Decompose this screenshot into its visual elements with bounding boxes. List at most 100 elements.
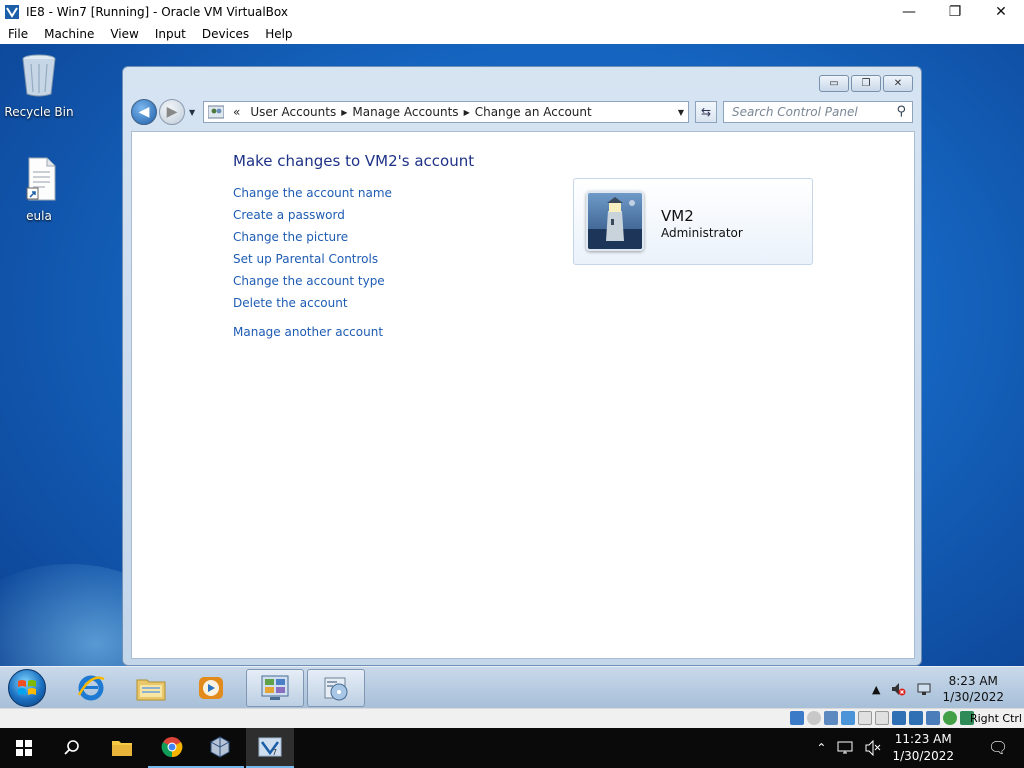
- taskbar-program[interactable]: [307, 669, 365, 707]
- program-icon: [324, 677, 348, 701]
- host-chrome[interactable]: [148, 728, 196, 768]
- network-adapter-icon[interactable]: [841, 711, 855, 725]
- arrow-right-icon: ▶: [166, 104, 178, 120]
- parental-controls-link[interactable]: Set up Parental Controls: [233, 250, 392, 272]
- minimize-button[interactable]: —: [886, 0, 932, 24]
- host-search-button[interactable]: [48, 728, 96, 768]
- menu-view[interactable]: View: [102, 27, 146, 41]
- create-password-link[interactable]: Create a password: [233, 206, 392, 228]
- breadcrumb-manage-accounts[interactable]: Manage Accounts: [347, 105, 463, 119]
- maximize-button[interactable]: ❐: [932, 0, 978, 24]
- network-icon[interactable]: [916, 681, 932, 697]
- account-name: VM2: [661, 207, 694, 225]
- cp-restore-button[interactable]: ❐: [851, 75, 881, 92]
- refresh-button[interactable]: ⇆: [695, 101, 717, 123]
- start-button[interactable]: [8, 669, 46, 707]
- close-button[interactable]: ✕: [978, 0, 1024, 24]
- guest-desktop: Recycle Bin eula ▭ ❐ ✕ ◀ ▶ ▼ « User Acco…: [0, 44, 1024, 708]
- vbox-title-bar: IE8 - Win7 [Running] - Oracle VM Virtual…: [0, 0, 1024, 24]
- virtualbox-icon: [210, 736, 230, 758]
- media-player-icon: [199, 677, 223, 699]
- guest-clock[interactable]: 8:23 AM 1/30/2022: [942, 673, 1004, 705]
- file-explorer-icon: [112, 741, 132, 756]
- host-system-tray: ⌃ 11:23 AM 1/30/2022: [816, 728, 954, 768]
- guest-taskbar: ▲ 8:23 AM 1/30/2022: [0, 666, 1024, 708]
- breadcrumb-change-account[interactable]: Change an Account: [470, 105, 597, 119]
- menu-machine[interactable]: Machine: [36, 27, 102, 41]
- virtualization-icon[interactable]: [926, 711, 940, 725]
- address-bar[interactable]: « User Accounts ▶ Manage Accounts ▶ Chan…: [203, 101, 689, 123]
- search-placeholder: Search Control Panel: [732, 105, 858, 119]
- address-dropdown-icon[interactable]: ▼: [678, 108, 684, 117]
- host-start-button[interactable]: [0, 728, 48, 768]
- host-date: 1/30/2022: [892, 749, 954, 763]
- video-capture-icon[interactable]: [909, 711, 923, 725]
- show-hidden-icons-icon[interactable]: ▲: [872, 683, 880, 696]
- svg-text:7: 7: [272, 748, 277, 757]
- page-title: Make changes to VM2's account: [233, 152, 475, 170]
- window-title: IE8 - Win7 [Running] - Oracle VM Virtual…: [26, 5, 288, 19]
- start-icon: [16, 740, 32, 756]
- notification-center-icon[interactable]: 🗨: [988, 738, 1008, 758]
- menu-devices[interactable]: Devices: [194, 27, 257, 41]
- change-picture-link[interactable]: Change the picture: [233, 228, 392, 250]
- host-file-explorer[interactable]: [98, 728, 146, 768]
- menu-input[interactable]: Input: [147, 27, 194, 41]
- mouse-integration-icon[interactable]: [943, 711, 957, 725]
- host-clock[interactable]: 11:23 AM 1/30/2022: [892, 731, 954, 765]
- guest-time: 8:23 AM: [948, 674, 998, 688]
- host-taskbar: 7 ⌃ 11:23 AM 1/30/2022 🗨: [0, 728, 1024, 768]
- guest-system-tray: ▲ 8:23 AM 1/30/2022: [872, 673, 1004, 705]
- lighthouse-icon: [588, 197, 642, 249]
- desktop-icon-eula[interactable]: eula: [3, 156, 75, 223]
- cp-minimize-button[interactable]: ▭: [819, 75, 849, 92]
- arrow-left-icon: ◀: [138, 104, 150, 120]
- control-panel-window: ▭ ❐ ✕ ◀ ▶ ▼ « User Accounts ▶ Manage Acc…: [122, 66, 922, 666]
- desktop-icon-label: Recycle Bin: [4, 105, 74, 119]
- task-links: Change the account name Create a passwor…: [233, 184, 392, 345]
- back-button[interactable]: ◀: [131, 99, 157, 125]
- recycle-bin-icon: [22, 54, 56, 97]
- vbox-menu-bar: File Machine View Input Devices Help: [0, 24, 1024, 44]
- taskbar-internet-explorer[interactable]: [62, 669, 120, 707]
- search-box[interactable]: Search Control Panel ⚲: [723, 101, 913, 123]
- host-virtualbox[interactable]: [196, 728, 244, 768]
- host-key-label: Right Ctrl: [969, 712, 1022, 725]
- vm-window-icon: 7: [258, 737, 282, 757]
- control-panel-icon: [261, 675, 289, 700]
- recent-pages-dropdown-icon[interactable]: ▼: [189, 108, 195, 117]
- host-time: 11:23 AM: [894, 732, 952, 746]
- manage-another-account-link[interactable]: Manage another account: [233, 323, 392, 345]
- host-network-icon[interactable]: [836, 740, 854, 756]
- vbox-status-bar: Right Ctrl: [0, 708, 1024, 728]
- cp-close-button[interactable]: ✕: [883, 75, 913, 92]
- volume-muted-icon[interactable]: [890, 681, 906, 697]
- desktop-icon-recycle-bin[interactable]: Recycle Bin: [3, 52, 75, 119]
- menu-file[interactable]: File: [0, 27, 36, 41]
- host-vm-window[interactable]: 7: [246, 728, 294, 768]
- breadcrumb-user-accounts[interactable]: User Accounts: [245, 105, 341, 119]
- hard-disk-icon[interactable]: [790, 711, 804, 725]
- optical-drive-icon[interactable]: [807, 711, 821, 725]
- account-picture: [586, 191, 644, 251]
- account-type: Administrator: [661, 226, 743, 240]
- guest-date: 1/30/2022: [942, 690, 1004, 704]
- taskbar-media-player[interactable]: [182, 669, 240, 707]
- change-account-name-link[interactable]: Change the account name: [233, 184, 392, 206]
- display-icon[interactable]: [892, 711, 906, 725]
- windows-explorer-icon: [136, 679, 166, 701]
- taskbar-control-panel[interactable]: [246, 669, 304, 707]
- document-shortcut-icon: [26, 157, 56, 201]
- search-icon[interactable]: ⚲: [896, 104, 906, 119]
- host-show-hidden-icons-icon[interactable]: ⌃: [816, 741, 826, 755]
- breadcrumb-overflow[interactable]: «: [228, 105, 245, 119]
- change-account-type-link[interactable]: Change the account type: [233, 272, 392, 294]
- shared-folders-icon[interactable]: [875, 711, 889, 725]
- audio-icon[interactable]: [824, 711, 838, 725]
- host-volume-muted-icon[interactable]: [864, 740, 882, 756]
- taskbar-windows-explorer[interactable]: [122, 669, 180, 707]
- usb-icon[interactable]: [858, 711, 872, 725]
- delete-account-link[interactable]: Delete the account: [233, 294, 392, 316]
- forward-button[interactable]: ▶: [159, 99, 185, 125]
- menu-help[interactable]: Help: [257, 27, 300, 41]
